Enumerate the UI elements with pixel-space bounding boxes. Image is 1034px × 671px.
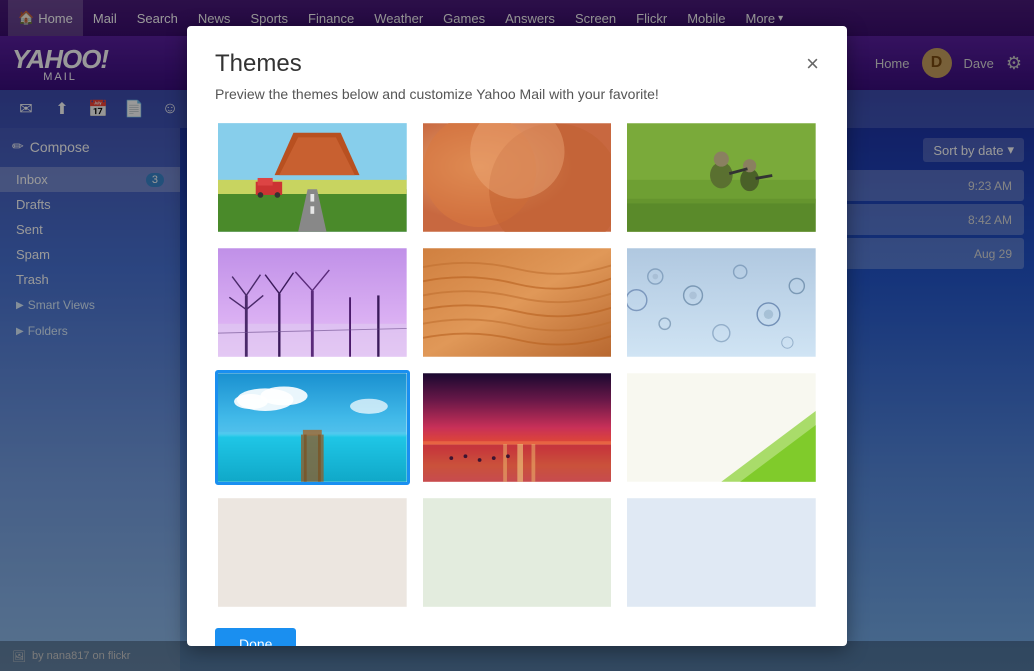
- theme-purple-trees[interactable]: [215, 245, 410, 360]
- theme-light-1[interactable]: [215, 495, 410, 610]
- theme-light-2[interactable]: [420, 495, 615, 610]
- theme-soldiers[interactable]: [624, 120, 819, 235]
- theme-warm-blur[interactable]: [420, 120, 615, 235]
- theme-sand-waves[interactable]: [420, 245, 615, 360]
- themes-modal: Themes × Preview the themes below and cu…: [187, 26, 847, 646]
- modal-title: Themes: [215, 50, 302, 78]
- theme-green-white[interactable]: [624, 370, 819, 485]
- modal-overlay[interactable]: Themes × Preview the themes below and cu…: [0, 0, 1034, 671]
- theme-desert-road[interactable]: [215, 120, 410, 235]
- modal-header: Themes ×: [215, 50, 819, 78]
- modal-close-button[interactable]: ×: [806, 53, 819, 75]
- theme-sunset[interactable]: [420, 370, 615, 485]
- modal-subtitle: Preview the themes below and customize Y…: [215, 86, 819, 102]
- theme-grid: [215, 120, 819, 610]
- done-button[interactable]: Done: [215, 628, 296, 646]
- theme-water-drops[interactable]: [624, 245, 819, 360]
- theme-light-3[interactable]: [624, 495, 819, 610]
- theme-ocean-pier[interactable]: [215, 370, 410, 485]
